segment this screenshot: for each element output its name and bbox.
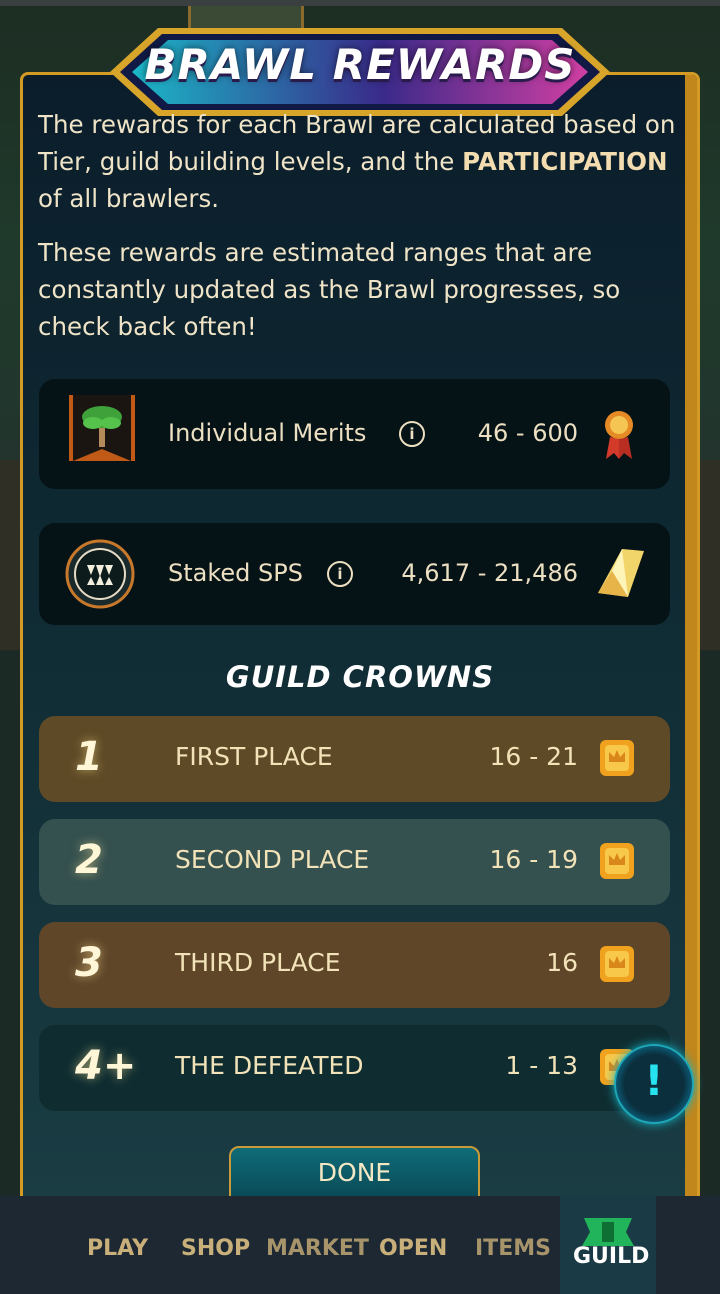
guild-crowns-title: GUILD CROWNS [225, 660, 495, 694]
alert-button[interactable]: ! [614, 1044, 694, 1124]
reward-value: 46 - 600 [477, 419, 578, 447]
crown-rank: 4+ [75, 1043, 137, 1089]
crown-token-icon [600, 843, 634, 879]
crown-row-second: 2 SECOND PLACE 16 - 19 [39, 819, 670, 905]
nav-items[interactable]: ITEMS [475, 1236, 551, 1261]
intro-paragraph-1: The rewards for each Brawl are calculate… [38, 106, 678, 217]
reward-value: 4,617 - 21,486 [401, 559, 578, 587]
fangs-icon [65, 539, 135, 609]
info-icon[interactable]: i [399, 421, 425, 447]
crown-token-icon [600, 946, 634, 982]
reward-individual-merits: Individual Merits i 46 - 600 [39, 379, 670, 489]
alert-exclamation-icon: ! [644, 1056, 664, 1105]
merit-medal-icon [605, 411, 633, 459]
intro-paragraph-2: These rewards are estimated ranges that … [38, 234, 678, 345]
dialog-title: BRAWL REWARDS [144, 40, 576, 89]
intro-text-end: of all brawlers. [38, 184, 219, 213]
crown-value: 16 [546, 948, 578, 977]
reward-label: Staked SPS [168, 559, 303, 587]
crown-value: 16 - 21 [489, 742, 578, 771]
crown-rank: 2 [75, 837, 103, 883]
crown-value: 1 - 13 [505, 1051, 578, 1080]
nav-shop[interactable]: SHOP [181, 1236, 250, 1261]
sps-crystal-icon [598, 549, 644, 597]
crown-row-first: 1 FIRST PLACE 16 - 21 [39, 716, 670, 802]
tree-banner-icon [69, 395, 135, 461]
dialog-scroll-rail [685, 75, 697, 1196]
reward-label: Individual Merits [168, 419, 367, 447]
crown-label: THE DEFEATED [175, 1051, 364, 1080]
crown-label: THIRD PLACE [175, 948, 341, 977]
nav-open[interactable]: OPEN [379, 1236, 447, 1261]
reward-staked-sps: Staked SPS i 4,617 - 21,486 [39, 523, 670, 625]
nav-market[interactable]: MARKET [266, 1236, 369, 1261]
done-button[interactable]: DONE [229, 1146, 480, 1198]
crown-rank: 1 [75, 734, 103, 780]
crown-row-third: 3 THIRD PLACE 16 [39, 922, 670, 1008]
nav-guild[interactable]: GUILD [573, 1244, 649, 1269]
status-strip [0, 0, 720, 6]
info-icon[interactable]: i [327, 561, 353, 587]
crown-token-icon [600, 740, 634, 776]
bottom-nav: PLAY SHOP MARKET OPEN ITEMS GUILD [0, 1196, 720, 1294]
intro-emphasis: PARTICIPATION [462, 147, 668, 176]
intro-text-2: These rewards are estimated ranges that … [38, 238, 621, 341]
crown-value: 16 - 19 [489, 845, 578, 874]
guild-emblem-icon [582, 1218, 634, 1246]
nav-play[interactable]: PLAY [87, 1236, 148, 1261]
crown-rank: 3 [75, 940, 103, 986]
crown-label: FIRST PLACE [175, 742, 333, 771]
crown-label: SECOND PLACE [175, 845, 370, 874]
crown-row-defeated: 4+ THE DEFEATED 1 - 13 [39, 1025, 670, 1111]
